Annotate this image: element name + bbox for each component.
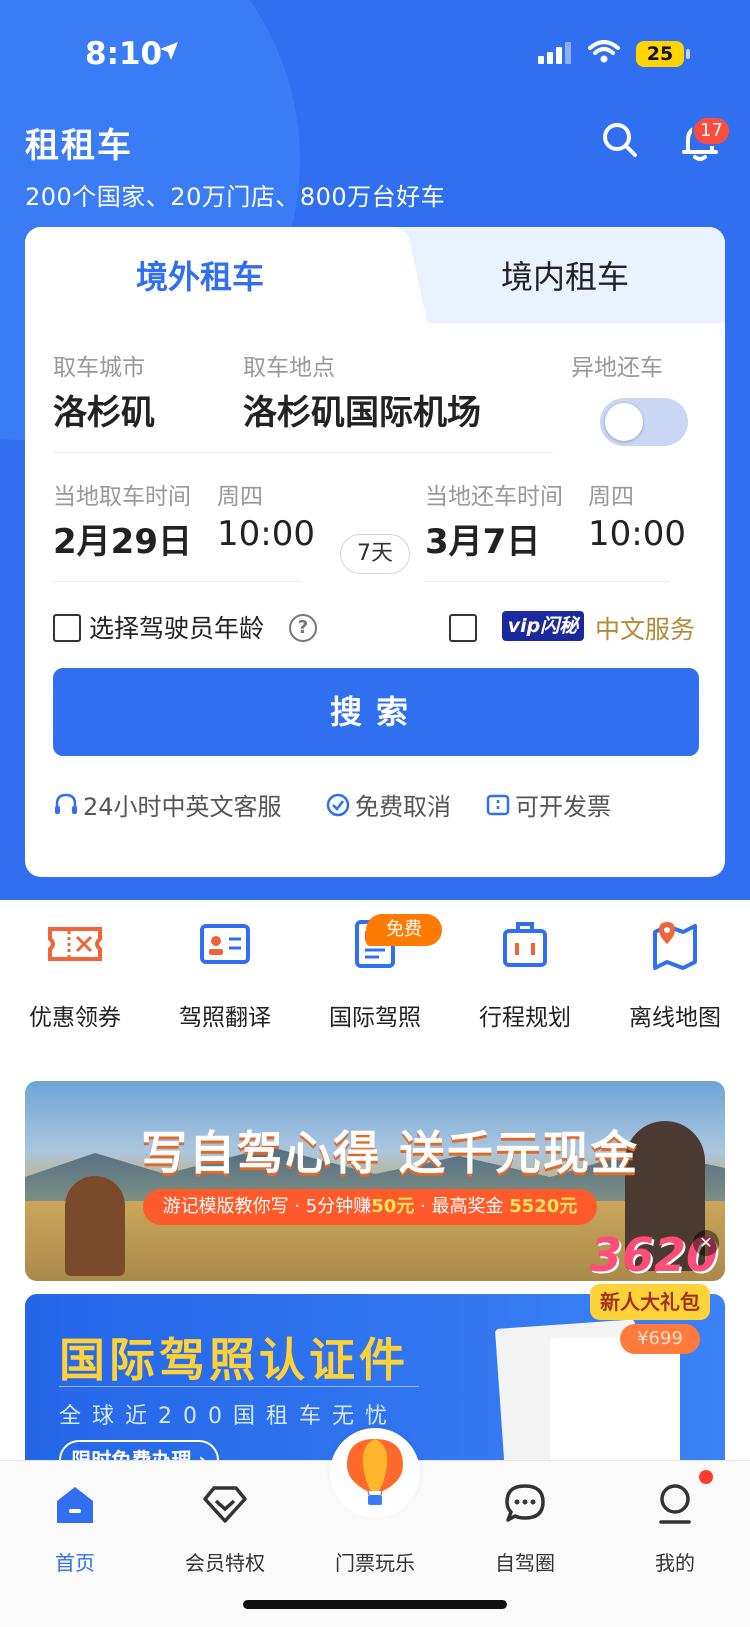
return-clock-field[interactable]: 10:00: [588, 514, 686, 554]
feature-invoice: 可开发票: [485, 787, 611, 822]
gift-price: ¥699: [620, 1324, 700, 1354]
search-button[interactable]: 搜索: [53, 668, 699, 756]
battery-nub: [686, 49, 690, 59]
location-divider: [53, 452, 553, 453]
quick-link-coupon[interactable]: 优惠领券: [0, 910, 150, 1032]
return-divider: [425, 581, 670, 582]
headset-icon: [55, 793, 77, 814]
tab-label: 首页: [55, 1551, 95, 1575]
quick-link-offline-map[interactable]: 离线地图: [600, 910, 750, 1032]
pickup-location-field[interactable]: 洛杉矶国际机场: [243, 385, 481, 434]
license-document-image: [550, 1338, 680, 1464]
profile-notification-dot: [699, 1470, 713, 1484]
rental-duration-badge: 7天: [340, 534, 410, 574]
status-time: 8:10: [85, 36, 163, 72]
quick-link-label: 行程规划: [479, 1005, 571, 1031]
tab-self-drive-circle[interactable]: 自驾圈: [450, 1481, 600, 1576]
license-translate-icon: [150, 914, 300, 974]
tab-profile[interactable]: 我的: [600, 1481, 750, 1576]
home-indicator[interactable]: [243, 1600, 507, 1609]
tab-label: 会员特权: [185, 1551, 265, 1575]
feature-label: 24小时中英文客服: [83, 793, 282, 821]
help-question-icon[interactable]: ?: [289, 614, 317, 642]
itinerary-icon: [450, 914, 600, 974]
one-way-toggle[interactable]: [600, 398, 688, 446]
quick-link-label: 国际驾照: [329, 1005, 421, 1031]
location-arrow-icon: [158, 40, 180, 66]
diamond-icon: [150, 1481, 300, 1527]
quick-link-license-translate[interactable]: 驾照翻译: [150, 910, 300, 1032]
invoice-icon: [486, 794, 510, 815]
notification-badge: 17: [692, 116, 731, 146]
pickup-location-label: 取车地点: [243, 355, 335, 381]
wifi-icon: [588, 40, 620, 68]
offline-map-icon: [600, 914, 750, 974]
feature-customer-service: 24小时中英文客服: [53, 787, 282, 822]
banner2-divider: [59, 1386, 419, 1387]
driver-age-label[interactable]: 选择驾驶员年龄: [89, 609, 264, 645]
hot-air-balloon-icon[interactable]: [330, 1428, 420, 1518]
pickup-divider: [53, 581, 301, 582]
chat-bubble-icon: [450, 1481, 600, 1527]
banner2-headline: 国际驾照认证件: [59, 1333, 409, 1387]
tagline-amount: 5520元: [509, 1196, 578, 1217]
tagline-part: 游记模版教你写 · 5分钟赚: [162, 1196, 372, 1217]
quick-link-label: 离线地图: [629, 1005, 721, 1031]
pickup-city-label: 取车城市: [53, 355, 145, 381]
pickup-city-field[interactable]: 洛杉矶: [53, 385, 155, 434]
tab-label: 门票玩乐: [335, 1551, 415, 1575]
tagline-amount: 50元: [371, 1196, 415, 1217]
return-weekday: 周四: [588, 484, 634, 510]
tab-home[interactable]: 首页: [0, 1481, 150, 1576]
app-title: 租租车: [25, 126, 133, 166]
rental-type-tabs: 境外租车 境内租车: [25, 227, 725, 323]
vip-badge: vip闪秘: [502, 611, 584, 641]
tab-label: 我的: [655, 1551, 695, 1575]
chinese-service-checkbox[interactable]: [449, 614, 477, 642]
tab-overseas-rental[interactable]: 境外租车: [25, 227, 395, 323]
toggle-knob: [605, 403, 643, 441]
search-icon[interactable]: [600, 120, 640, 164]
profile-icon: [600, 1481, 750, 1527]
gift-label: 新人大礼包: [590, 1284, 710, 1320]
coupon-icon: [0, 914, 150, 974]
feature-free-cancel: 免费取消: [325, 787, 451, 822]
tab-overseas-label: 境外租车: [135, 258, 264, 296]
banner-people: [65, 1176, 125, 1276]
pickup-weekday: 周四: [217, 484, 263, 510]
status-bar: 8:10 25: [0, 0, 750, 110]
close-icon[interactable]: ✕: [693, 1230, 719, 1256]
pickup-date-field[interactable]: 2月29日: [53, 514, 192, 563]
feature-label: 可开发票: [515, 793, 611, 821]
quick-link-label: 驾照翻译: [179, 1005, 271, 1031]
rental-search-card: 境外租车 境内租车 取车城市 洛杉矶 取车地点 洛杉矶国际机场 异地还车 当地取…: [25, 227, 725, 877]
banner-tagline: 游记模版教你写 · 5分钟赚50元 · 最高奖金 5520元: [143, 1189, 597, 1225]
battery-indicator: 25: [636, 41, 684, 67]
pickup-time-label: 当地取车时间: [53, 484, 191, 510]
tagline-part: · 最高奖金: [414, 1196, 504, 1217]
banner-headline: 写自驾心得 送千元现金: [141, 1126, 640, 1180]
driver-age-checkbox[interactable]: [53, 614, 81, 642]
tab-domestic-rental[interactable]: 境内租车: [405, 227, 725, 323]
home-icon: [0, 1481, 150, 1527]
tab-membership[interactable]: 会员特权: [150, 1481, 300, 1576]
quick-link-label: 优惠领券: [29, 1005, 121, 1031]
return-date-field[interactable]: 3月7日: [425, 514, 540, 563]
return-time-label: 当地还车时间: [425, 484, 563, 510]
header-brand: 租租车 200个国家、20万门店、800万台好车: [25, 118, 445, 212]
app-subtitle: 200个国家、20万门店、800万台好车: [25, 183, 446, 211]
feature-label: 免费取消: [355, 793, 451, 821]
quick-link-itinerary[interactable]: 行程规划: [450, 910, 600, 1032]
cellular-signal-icon: [538, 42, 572, 68]
one-way-label: 异地还车: [571, 355, 663, 381]
free-tag-badge: 免费: [366, 914, 442, 946]
chinese-service-label[interactable]: 中文服务: [595, 610, 695, 646]
tab-label: 自驾圈: [495, 1551, 555, 1575]
pickup-clock-field[interactable]: 10:00: [217, 514, 315, 554]
check-circle-icon: [326, 793, 350, 816]
banner2-subline: 全球近200国租车无忧: [59, 1404, 398, 1429]
